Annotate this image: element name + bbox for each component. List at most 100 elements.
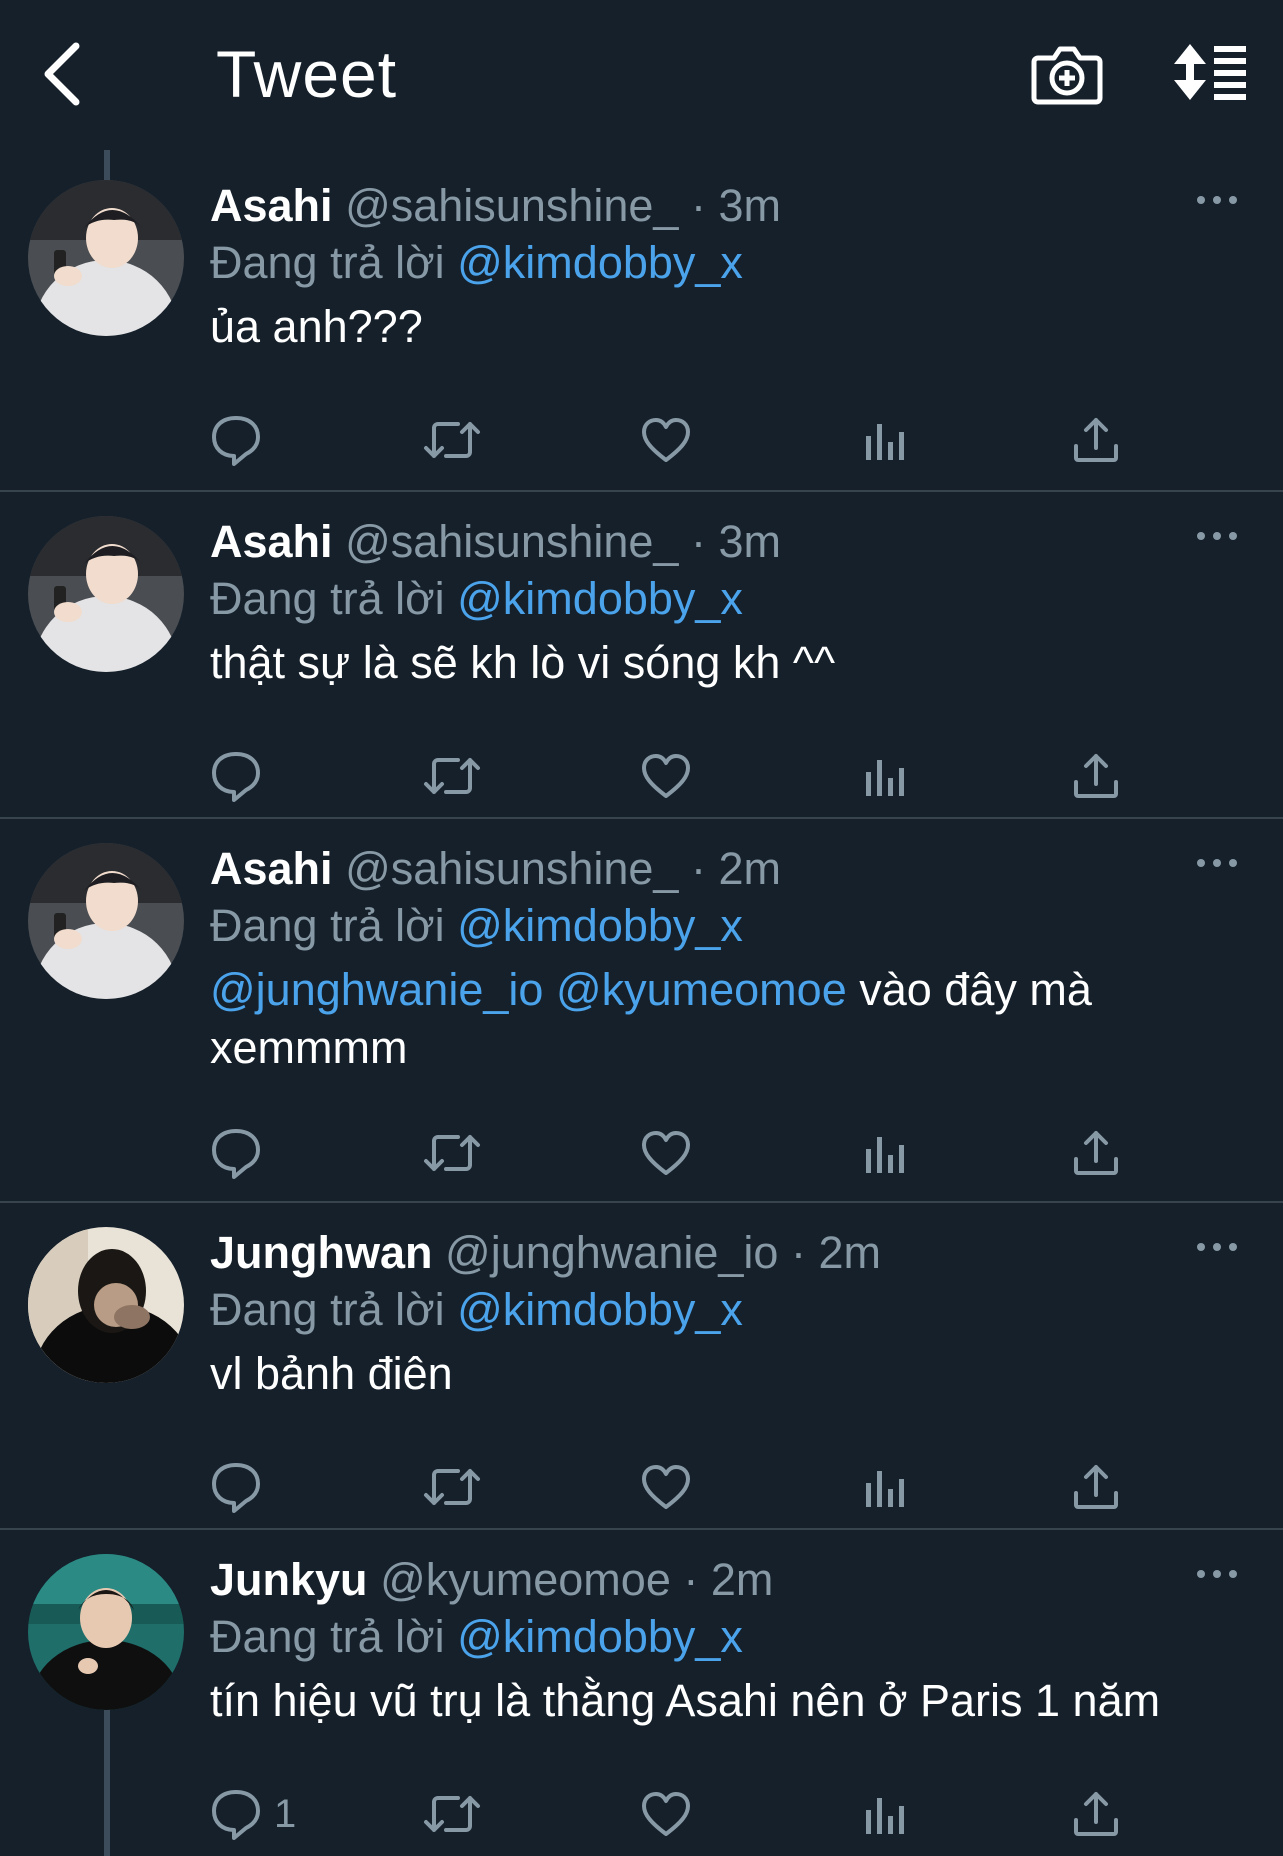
camera-plus-icon [1031, 46, 1103, 105]
like-button[interactable] [640, 412, 692, 468]
user-handle[interactable]: @sahisunshine_ [345, 843, 678, 894]
user-handle[interactable]: @kyumeomoe [380, 1554, 671, 1605]
share-button[interactable] [1070, 1125, 1122, 1181]
retweet-icon [424, 758, 480, 794]
tweet-text: thật sự là sẽ kh lò vi sóng kh ^^ [210, 637, 836, 688]
timestamp[interactable]: 3m [719, 516, 782, 567]
share-icon [1074, 1465, 1118, 1509]
retweet-icon [424, 1796, 480, 1832]
tweet-text: vl bảnh điên [210, 1348, 453, 1399]
share-button[interactable] [1070, 1459, 1122, 1515]
like-button[interactable] [640, 1786, 692, 1842]
reply-icon [212, 752, 260, 802]
analytics-icon [866, 424, 904, 460]
display-name[interactable]: Asahi [210, 516, 333, 567]
tweet-mention[interactable]: @kyumeomoe [556, 964, 847, 1015]
timestamp[interactable]: 2m [719, 843, 782, 894]
like-button[interactable] [640, 1125, 692, 1181]
replying-to-label: Đang trả lời [210, 900, 445, 951]
reply-icon [212, 1129, 260, 1179]
display-name[interactable]: Asahi [210, 180, 333, 231]
replying-to-mention[interactable]: @kimdobby_x [457, 573, 743, 624]
avatar[interactable] [28, 1227, 184, 1383]
replying-to-label: Đang trả lời [210, 573, 445, 624]
retweet-icon [424, 422, 480, 458]
more-options-button[interactable] [1195, 188, 1239, 212]
tweet-item[interactable]: Asahi @sahisunshine_ · 3m Đang trả lời @… [0, 150, 1283, 492]
more-icon [1197, 532, 1237, 540]
reply-button[interactable] [210, 412, 262, 468]
tweet-actions [210, 748, 1210, 804]
timestamp[interactable]: 3m [719, 180, 782, 231]
timestamp[interactable]: 2m [818, 1227, 881, 1278]
tweet-actions [210, 1459, 1210, 1515]
more-options-button[interactable] [1195, 851, 1239, 875]
reply-button[interactable] [210, 1459, 262, 1515]
share-button[interactable] [1070, 412, 1122, 468]
replying-to: Đang trả lời @kimdobby_x [210, 897, 743, 955]
separator-dot: · [690, 516, 706, 567]
analytics-icon [866, 1137, 904, 1173]
replying-to-mention[interactable]: @kimdobby_x [457, 1611, 743, 1662]
analytics-button[interactable] [860, 1459, 912, 1515]
like-button[interactable] [640, 748, 692, 804]
analytics-icon [866, 760, 904, 796]
more-icon [1197, 859, 1237, 867]
avatar[interactable] [28, 843, 184, 999]
timestamp[interactable]: 2m [711, 1554, 774, 1605]
display-name[interactable]: Junghwan [210, 1227, 433, 1278]
replying-to-mention[interactable]: @kimdobby_x [457, 237, 743, 288]
display-name[interactable]: Junkyu [210, 1554, 368, 1605]
reply-button[interactable]: 1 [210, 1786, 296, 1842]
replying-to: Đang trả lời @kimdobby_x [210, 1281, 743, 1339]
tweet-item[interactable]: Junghwan @junghwanie_io · 2m Đang trả lờ… [0, 1203, 1283, 1530]
more-options-button[interactable] [1195, 524, 1239, 548]
retweet-button[interactable] [422, 1125, 482, 1181]
user-handle[interactable]: @junghwanie_io [445, 1227, 778, 1278]
tweet-item[interactable]: Asahi @sahisunshine_ · 2m Đang trả lời @… [0, 819, 1283, 1203]
separator-dot: · [690, 843, 706, 894]
more-options-button[interactable] [1195, 1562, 1239, 1586]
analytics-button[interactable] [860, 1786, 912, 1842]
analytics-icon [866, 1471, 904, 1507]
replying-to-mention[interactable]: @kimdobby_x [457, 900, 743, 951]
like-button[interactable] [640, 1459, 692, 1515]
analytics-button[interactable] [860, 748, 912, 804]
tweet-text: tín hiệu vũ trụ là thằng Asahi nên ở Par… [210, 1675, 1161, 1726]
separator-dot: · [683, 1554, 699, 1605]
share-icon [1074, 1131, 1118, 1175]
avatar[interactable] [28, 516, 184, 672]
retweet-button[interactable] [422, 1459, 482, 1515]
retweet-button[interactable] [422, 1786, 482, 1842]
tweet-text: @junghwanie_io @kyumeomoe vào đây mà xem… [210, 961, 1200, 1077]
tweet-item[interactable]: Asahi @sahisunshine_ · 3m Đang trả lời @… [0, 492, 1283, 819]
chevron-left-icon [44, 42, 80, 106]
user-handle[interactable]: @sahisunshine_ [345, 516, 678, 567]
user-handle[interactable]: @sahisunshine_ [345, 180, 678, 231]
share-button[interactable] [1070, 1786, 1122, 1842]
retweet-button[interactable] [422, 748, 482, 804]
avatar[interactable] [28, 180, 184, 336]
replying-to-label: Đang trả lời [210, 237, 445, 288]
replying-to-label: Đang trả lời [210, 1611, 445, 1662]
back-button[interactable] [36, 36, 96, 112]
reply-icon [212, 1790, 260, 1840]
replying-to: Đang trả lời @kimdobby_x [210, 1608, 743, 1666]
reply-button[interactable] [210, 748, 262, 804]
analytics-button[interactable] [860, 1125, 912, 1181]
like-icon [642, 1465, 690, 1509]
avatar[interactable] [28, 1554, 184, 1710]
more-options-button[interactable] [1195, 1235, 1239, 1259]
sort-replies-button[interactable] [1170, 40, 1250, 108]
display-name[interactable]: Asahi [210, 843, 333, 894]
tweet-mention[interactable]: @junghwanie_io [210, 964, 543, 1015]
tweet-item[interactable]: Junkyu @kyumeomoe · 2m Đang trả lời @kim… [0, 1530, 1283, 1856]
replying-to-mention[interactable]: @kimdobby_x [457, 1284, 743, 1335]
like-icon [642, 1792, 690, 1836]
share-button[interactable] [1070, 748, 1122, 804]
analytics-button[interactable] [860, 412, 912, 468]
reply-button[interactable] [210, 1125, 262, 1181]
camera-button[interactable] [1030, 40, 1104, 108]
retweet-button[interactable] [422, 412, 482, 468]
tweet-header: Asahi @sahisunshine_ · 3m [210, 512, 781, 572]
